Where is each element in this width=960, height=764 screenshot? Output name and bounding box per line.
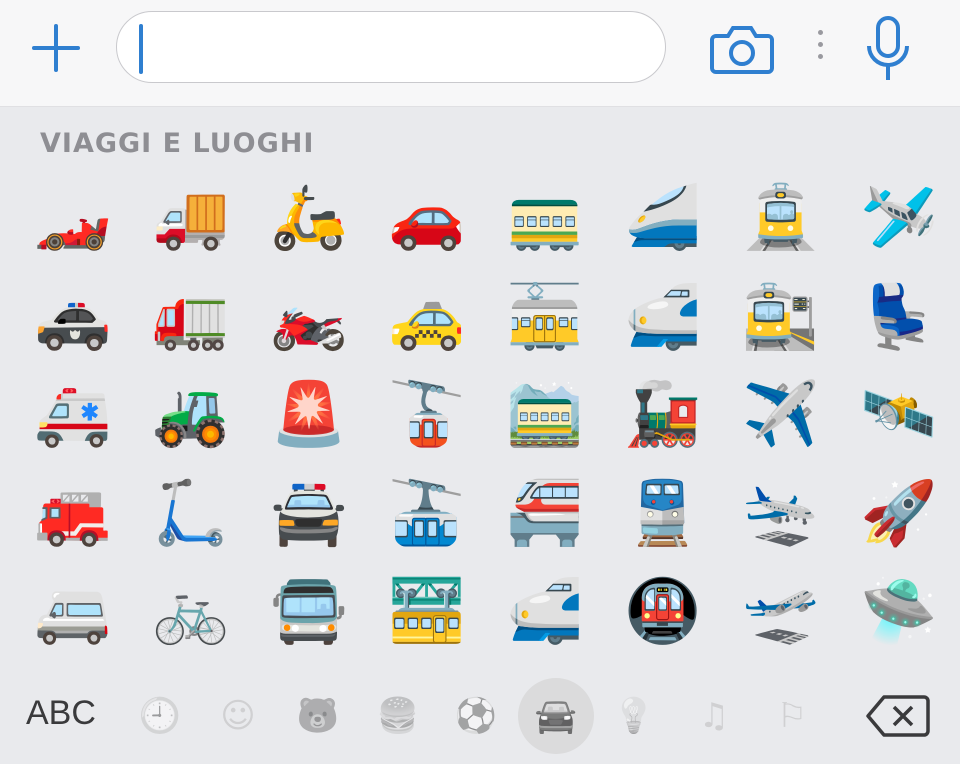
abc-keyboard-button[interactable]: ABC xyxy=(26,694,96,733)
emoji-key[interactable]: 🚔 xyxy=(254,466,364,560)
camera-icon[interactable] xyxy=(710,22,774,74)
soccer-ball-icon[interactable]: ⚽ xyxy=(448,688,504,744)
emoji-key[interactable]: 🚠 xyxy=(372,466,482,560)
microphone-icon[interactable] xyxy=(864,16,912,84)
emoji-key[interactable]: 🚀 xyxy=(844,466,954,560)
lightbulb-icon[interactable]: 💡 xyxy=(606,688,662,744)
emoji-key[interactable]: 🚒 xyxy=(18,466,128,560)
emoji-key[interactable]: 🛫 xyxy=(726,564,836,658)
emoji-key[interactable]: 🛬 xyxy=(726,466,836,560)
emoji-key[interactable]: 🚛 xyxy=(136,270,246,364)
emoji-key[interactable]: 🚇 xyxy=(608,564,718,658)
emoji-key[interactable]: 🚉 xyxy=(726,270,836,364)
emoji-key[interactable]: 🚓 xyxy=(18,270,128,364)
emoji-key[interactable]: 🛵 xyxy=(254,170,364,264)
emoji-key[interactable]: 🚅 xyxy=(490,564,600,658)
emoji-key[interactable]: 🚊 xyxy=(726,170,836,264)
emoji-key[interactable]: 🚄 xyxy=(608,170,718,264)
emoji-key[interactable]: 🚜 xyxy=(136,367,246,461)
message-input[interactable] xyxy=(116,11,666,83)
emoji-key[interactable]: 🏍️ xyxy=(254,270,364,364)
travel-car-icon[interactable]: 🚘 xyxy=(518,678,594,754)
recent-clock-icon[interactable]: 🕘 xyxy=(132,688,188,744)
section-title: VIAGGI E LUOGHI xyxy=(40,128,315,159)
backspace-icon[interactable] xyxy=(866,694,930,738)
emoji-key[interactable]: 🚡 xyxy=(372,367,482,461)
emoji-key[interactable]: ✈️ xyxy=(726,367,836,461)
emoji-key[interactable]: 🚍 xyxy=(254,564,364,658)
emoji-key[interactable]: 🛰️ xyxy=(844,367,954,461)
category-bar: ABC 🕘 ☺ 🐻 🍔 ⚽ 🚘 💡 ♫ ⚐ xyxy=(0,672,960,764)
emoji-key[interactable]: 🛸 xyxy=(844,564,954,658)
emoji-key[interactable]: 🚃 xyxy=(490,170,600,264)
emoji-key[interactable]: 🚨 xyxy=(254,367,364,461)
emoji-key[interactable]: 🚐 xyxy=(18,564,128,658)
emoji-key[interactable]: 🏎️ xyxy=(18,170,128,264)
text-caret xyxy=(139,24,143,74)
emoji-key[interactable]: 🚝 xyxy=(490,466,600,560)
emoji-key[interactable]: 🚗 xyxy=(372,170,482,264)
animal-bear-icon[interactable]: 🐻 xyxy=(290,688,346,744)
emoji-key[interactable]: 🛩️ xyxy=(844,170,954,264)
emoji-key[interactable]: 🚕 xyxy=(372,270,482,364)
emoji-key[interactable]: 🚂 xyxy=(608,367,718,461)
smiley-icon[interactable]: ☺ xyxy=(210,688,266,744)
symbols-icon[interactable]: ♫ xyxy=(686,688,742,744)
emoji-key[interactable]: 🚆 xyxy=(608,466,718,560)
more-vertical-icon[interactable] xyxy=(814,30,826,70)
compose-bar xyxy=(0,0,960,107)
plus-icon[interactable] xyxy=(30,22,82,74)
flag-icon[interactable]: ⚐ xyxy=(764,688,820,744)
emoji-key[interactable]: 💺 xyxy=(844,270,954,364)
emoji-key[interactable]: 🚲 xyxy=(136,564,246,658)
emoji-key[interactable]: 🛴 xyxy=(136,466,246,560)
emoji-key[interactable]: 🚑 xyxy=(18,367,128,461)
emoji-key[interactable]: 🚟 xyxy=(372,564,482,658)
emoji-key[interactable]: 🚞 xyxy=(490,367,600,461)
emoji-key[interactable]: 🚚 xyxy=(136,170,246,264)
food-icon[interactable]: 🍔 xyxy=(370,688,426,744)
emoji-grid: 🏎️ 🚚 🛵 🚗 🚃 🚄 🚊 🛩️ 🚓 🚛 🏍️ 🚕 🚋 🚅 🚉 💺 🚑 🚜 🚨 🚡 🚞 🚂 ✈️ 🛰️ 🚒 🛴 🚔 🚠 🚝 🚆 🛬 🚀 🚐 🚲 🚍… xyxy=(18,170,958,670)
emoji-key[interactable]: 🚋 xyxy=(490,270,600,364)
emoji-key[interactable]: 🚅 xyxy=(608,270,718,364)
